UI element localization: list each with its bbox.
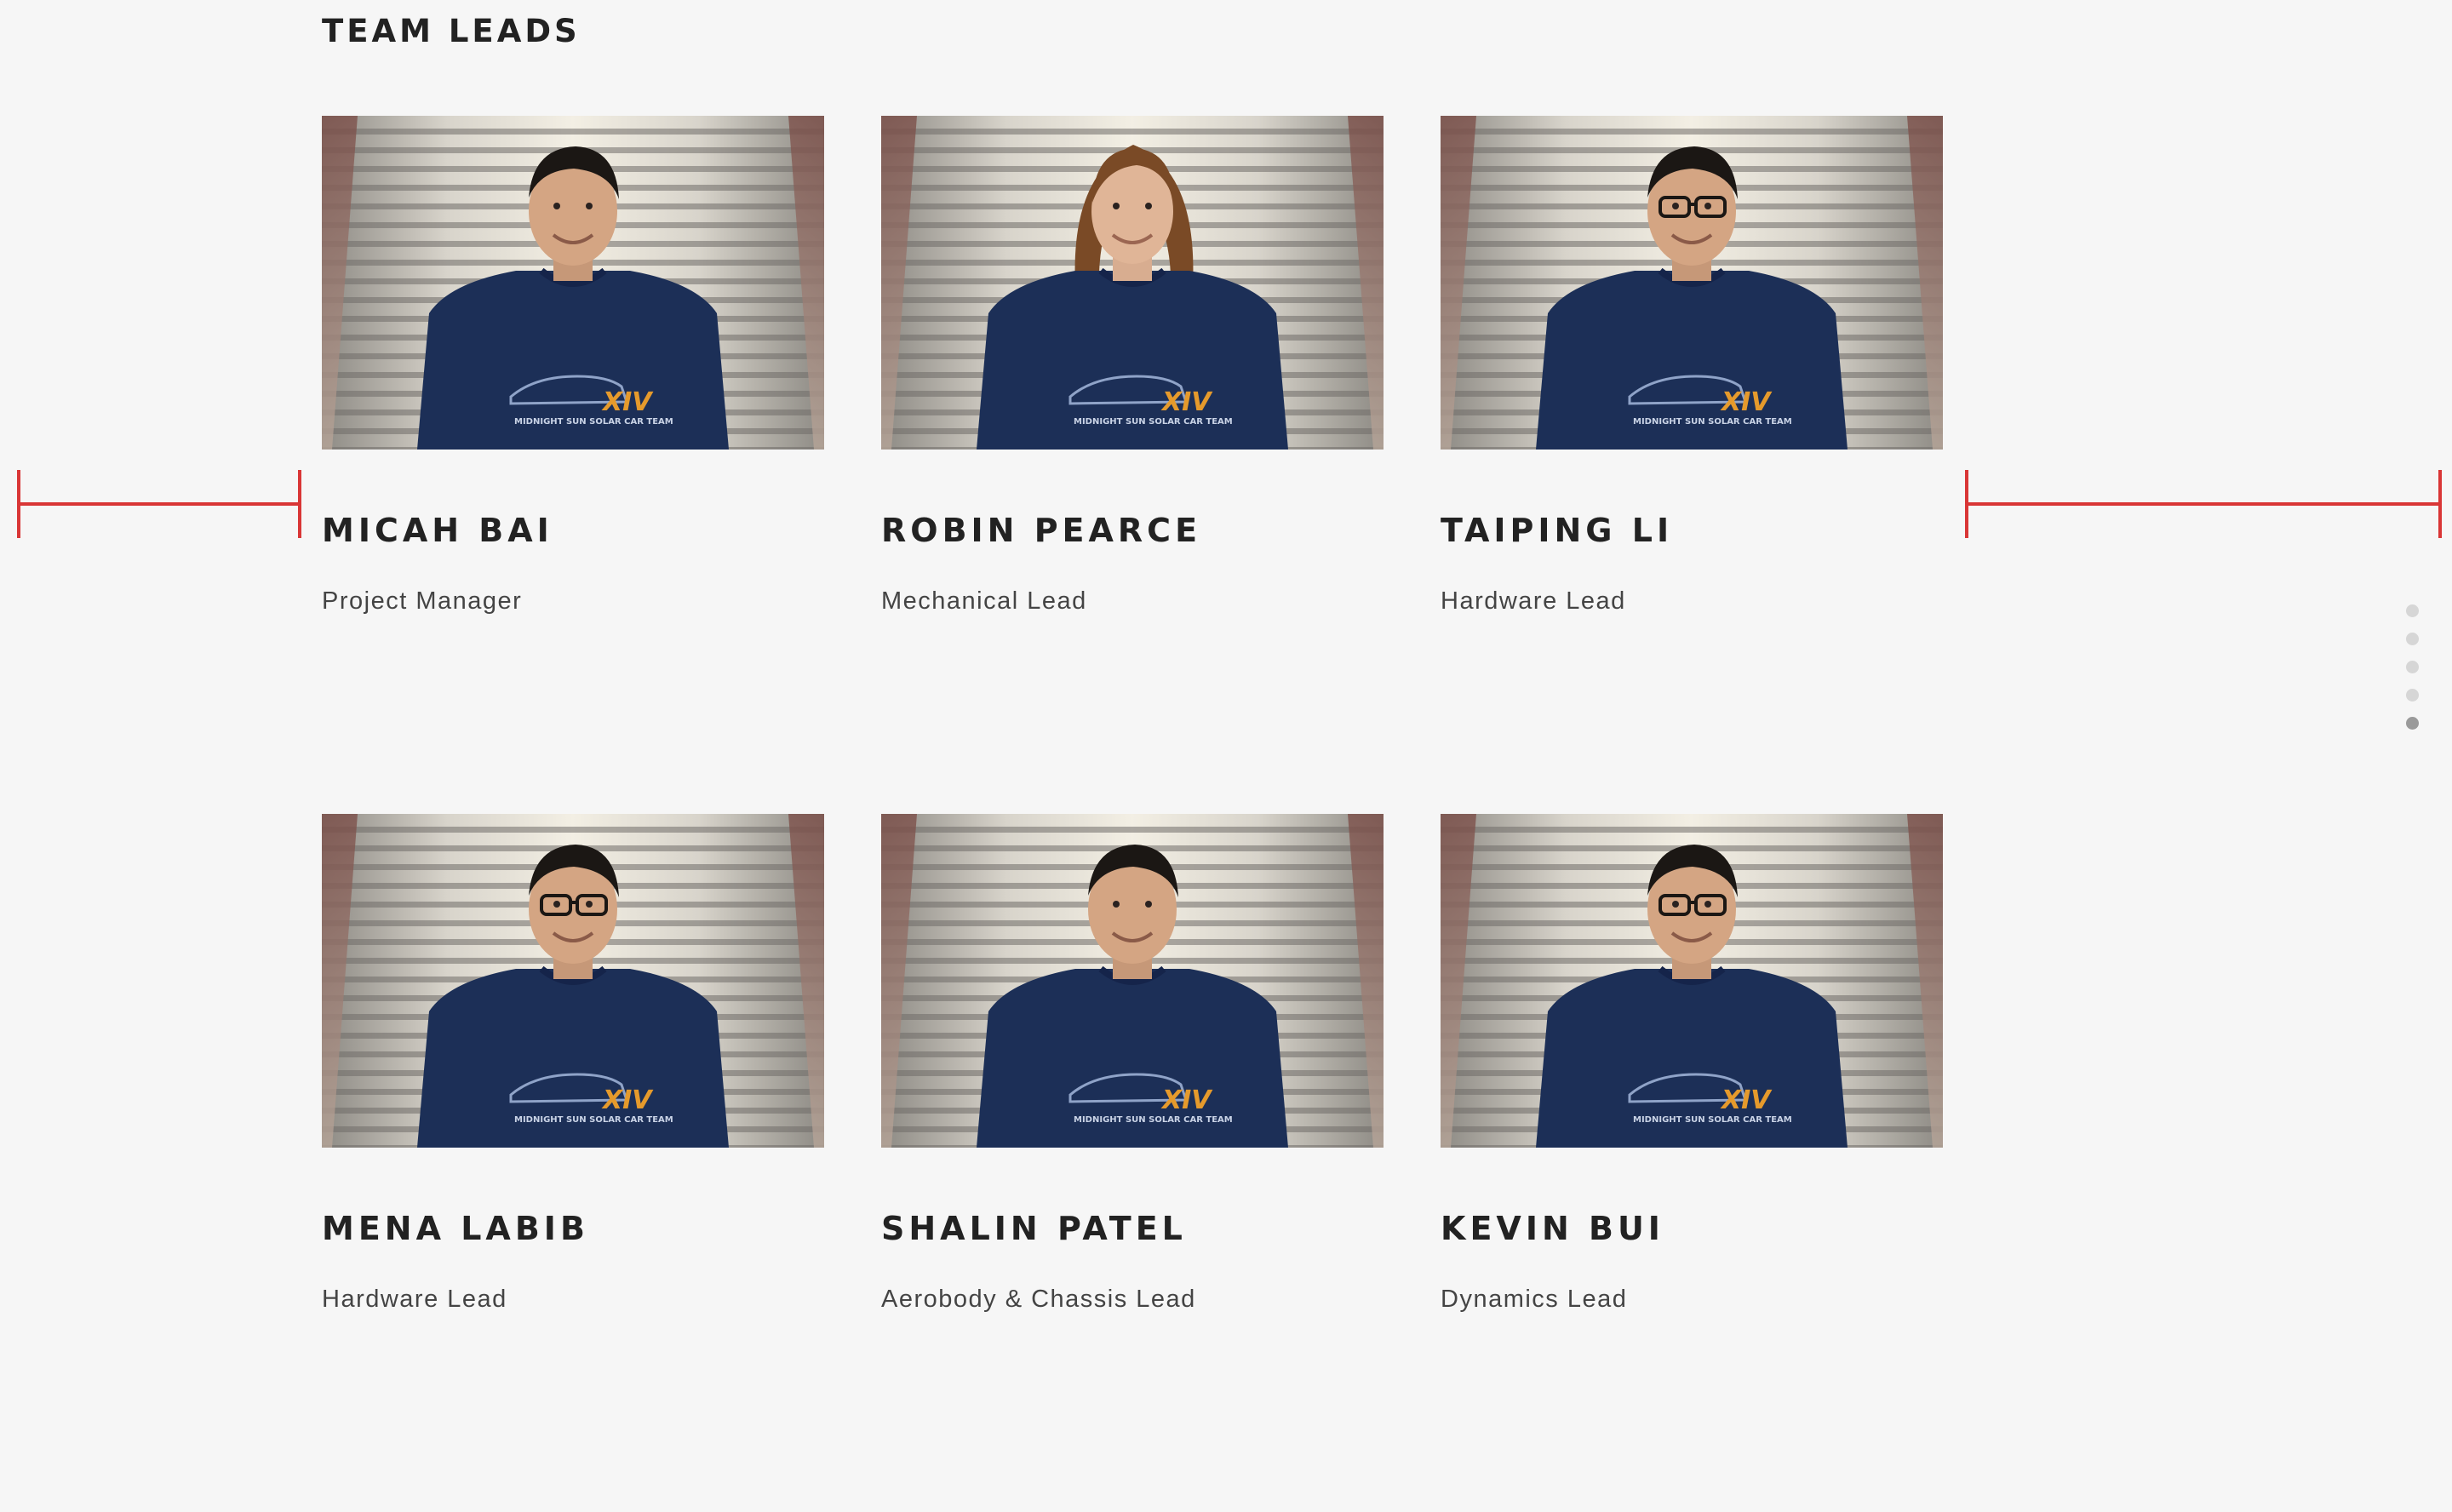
pagination-dot[interactable] [2406,689,2419,702]
member-name: MICAH BAI [322,512,553,549]
team-grid: MICAH BAI Project Manager ROBIN PEARCE M… [322,116,1945,1512]
pagination-dot[interactable] [2406,604,2419,617]
member-role: Hardware Lead [1441,587,1626,615]
section-pagination [2406,604,2420,730]
member-name: MENA LABIB [322,1210,589,1247]
member-card: SHALIN PATEL Aerobody & Chassis Lead [881,814,1384,1512]
member-card: KEVIN BUI Dynamics Lead [1441,814,1943,1512]
member-photo [322,116,824,450]
member-role: Aerobody & Chassis Lead [881,1286,1196,1313]
pagination-dot[interactable] [2406,633,2419,645]
member-name: TAIPING LI [1441,512,1674,549]
right-margin-guide [1963,470,2443,538]
member-card: MICAH BAI Project Manager [322,116,824,814]
member-name: SHALIN PATEL [881,1210,1187,1247]
member-card: TAIPING LI Hardware Lead [1441,116,1943,814]
member-photo [1441,814,1943,1148]
member-photo [881,116,1384,450]
pagination-dot[interactable] [2406,661,2419,673]
member-role: Project Manager [322,587,523,615]
section-title: TEAM LEADS [322,13,581,49]
member-role: Mechanical Lead [881,587,1087,615]
left-margin-guide [15,470,303,538]
member-card: ROBIN PEARCE Mechanical Lead [881,116,1384,814]
member-name: ROBIN PEARCE [881,512,1202,549]
member-role: Dynamics Lead [1441,1286,1628,1313]
member-card: MENA LABIB Hardware Lead [322,814,824,1512]
member-photo [322,814,824,1148]
member-photo [1441,116,1943,450]
pagination-dot-active[interactable] [2406,717,2419,730]
member-name: KEVIN BUI [1441,1210,1664,1247]
member-photo [881,814,1384,1148]
member-role: Hardware Lead [322,1286,507,1313]
